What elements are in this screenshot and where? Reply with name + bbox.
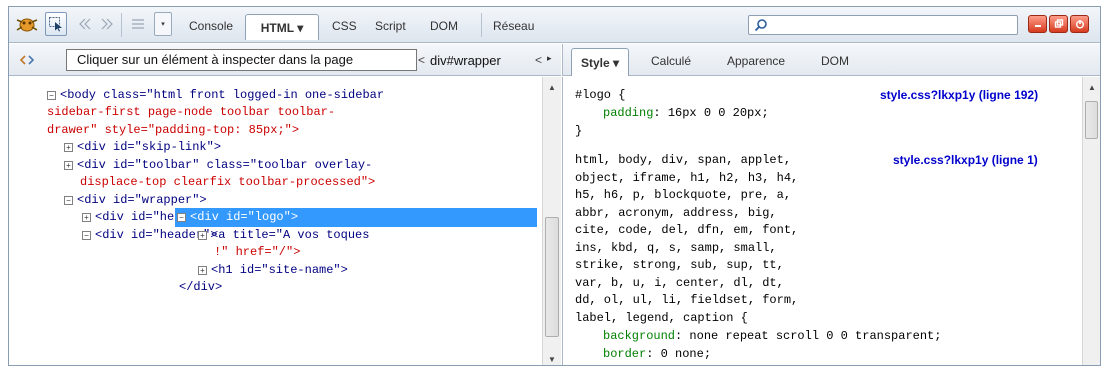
css-declaration[interactable]: padding: 16px 0 0 20px; xyxy=(603,105,769,122)
panel-menu-button[interactable]: ▾ xyxy=(154,12,172,36)
back-icon[interactable] xyxy=(75,12,95,36)
collapse-icon[interactable]: − xyxy=(64,196,73,205)
toolbar-divider xyxy=(481,13,482,37)
tab-console[interactable]: Console xyxy=(189,19,233,33)
menu-arrow-icon: ▾ xyxy=(161,21,165,28)
css-rule-close: } xyxy=(575,124,583,138)
list-icon[interactable] xyxy=(127,12,149,36)
css-selector: ins, kbd, q, s, samp, small, xyxy=(575,241,777,255)
css-selector: strike, strong, sub, sup, tt, xyxy=(575,258,784,272)
search-input[interactable] xyxy=(748,15,1018,35)
tab-reseau[interactable]: Réseau xyxy=(493,19,534,33)
window-controls xyxy=(1028,15,1089,33)
tree-scrollbar[interactable]: ▲ ▼ xyxy=(542,77,561,365)
style-scrollbar[interactable]: ▲ xyxy=(1082,77,1100,365)
css-declaration[interactable]: background: none repeat scroll 0 0 trans… xyxy=(603,328,941,345)
tree-node-logo[interactable]: − <div id="logo"> xyxy=(177,209,298,226)
tree-node-body-cont: drawer" style="padding-top: 85px;"> xyxy=(47,123,300,137)
tree-node-close-div: </div> xyxy=(179,280,223,294)
main-toolbar: ▾ Console HTML ▾ CSS Script DOM Réseau xyxy=(9,7,1100,43)
tab-style[interactable]: Style ▾ xyxy=(571,48,629,76)
tab-side-dom[interactable]: DOM xyxy=(821,54,849,68)
tab-calcule[interactable]: Calculé xyxy=(651,54,691,68)
expand-icon[interactable]: + xyxy=(82,213,91,222)
tab-css[interactable]: CSS xyxy=(332,19,357,33)
css-selector: #logo { xyxy=(575,88,626,102)
tab-dom[interactable]: DOM xyxy=(430,19,458,33)
scroll-down-icon[interactable]: ▼ xyxy=(548,355,556,364)
css-selector: cite, code, del, dfn, em, font, xyxy=(575,223,799,237)
minimize-icon[interactable] xyxy=(1028,15,1047,33)
tree-scrollbar-thumb[interactable] xyxy=(545,217,559,337)
tree-node-toolbar[interactable]: + <div id="toolbar" class="toolbar overla… xyxy=(64,157,372,174)
tab-html[interactable]: HTML ▾ xyxy=(245,14,319,40)
side-panel-tabs: Style ▾ Calculé Apparence DOM xyxy=(562,44,1100,76)
tree-node-skip-link[interactable]: + <div id="skip-link"> xyxy=(64,139,221,156)
html-breadcrumb-icon xyxy=(19,52,35,68)
html-tree: − <body class="html front logged-in one-s… xyxy=(9,77,541,365)
tree-node-wrapper[interactable]: − <div id="wrapper"> xyxy=(64,192,207,209)
css-source-link[interactable]: style.css?lkxp1y (ligne 192) xyxy=(880,87,1038,104)
tree-node-site-name[interactable]: + <h1 id="site-name"> xyxy=(198,262,348,279)
tree-node-body[interactable]: − <body class="html front logged-in one-s… xyxy=(47,87,384,104)
css-selector: dd, ol, ul, li, fieldset, form, xyxy=(575,293,799,307)
breadcrumb-more-icon[interactable]: ▸ xyxy=(547,53,552,64)
scroll-up-icon[interactable]: ▲ xyxy=(548,83,556,92)
style-scrollbar-thumb[interactable] xyxy=(1085,101,1098,139)
detach-icon[interactable] xyxy=(1049,15,1068,33)
breadcrumb-prev[interactable]: < xyxy=(418,53,425,67)
search-icon xyxy=(754,19,767,32)
css-selector: object, iframe, h1, h2, h3, h4, xyxy=(575,171,799,185)
firebug-bug-icon[interactable] xyxy=(13,12,41,36)
css-selector: h5, h6, p, blockquote, pre, a, xyxy=(575,188,792,202)
css-selector: var, b, u, i, center, dl, dt, xyxy=(575,276,784,290)
style-panel: #logo { style.css?lkxp1y (ligne 192) pad… xyxy=(562,77,1082,365)
expand-icon[interactable]: + xyxy=(198,266,207,275)
css-selector: label, legend, caption { xyxy=(575,311,748,325)
expand-icon[interactable]: + xyxy=(64,161,73,170)
forward-icon[interactable] xyxy=(97,12,117,36)
breadcrumb-next[interactable]: < xyxy=(535,53,542,67)
tree-node-toolbar-cont: displace-top clearfix toolbar-processed"… xyxy=(80,175,376,189)
tab-apparence[interactable]: Apparence xyxy=(727,54,785,68)
css-selector: html, body, div, span, applet, xyxy=(575,153,792,167)
collapse-icon[interactable]: − xyxy=(82,231,91,240)
inspect-element-icon[interactable] xyxy=(45,12,67,36)
css-declaration[interactable]: border: 0 none; xyxy=(603,346,711,363)
breadcrumb-bar: Cliquer sur un élément à inspecter dans … xyxy=(9,44,561,76)
expand-icon[interactable]: + xyxy=(64,143,73,152)
firebug-window: ▾ Console HTML ▾ CSS Script DOM Réseau C… xyxy=(8,6,1101,366)
expand-icon[interactable]: + xyxy=(198,231,207,240)
breadcrumb-item-wrapper[interactable]: div#wrapper xyxy=(430,53,501,68)
inspect-tooltip: Cliquer sur un élément à inspecter dans … xyxy=(66,49,417,71)
tree-node-anchor-cont: !" href="/"> xyxy=(214,245,301,259)
tree-node-anchor[interactable]: + <a title="A vos toques xyxy=(198,227,369,244)
tree-node-logo-selected[interactable]: − <div id="logo"> xyxy=(175,208,537,227)
close-icon[interactable] xyxy=(1070,15,1089,33)
tree-node-body-cont: sidebar-first page-node toolbar toolbar- xyxy=(47,105,336,119)
collapse-icon[interactable]: − xyxy=(177,213,186,222)
tab-script[interactable]: Script xyxy=(375,19,406,33)
css-source-link[interactable]: style.css?lkxp1y (ligne 1) xyxy=(893,152,1038,169)
toolbar-divider xyxy=(121,13,122,37)
scroll-up-icon[interactable]: ▲ xyxy=(1088,83,1096,92)
css-selector: abbr, acronym, address, big, xyxy=(575,206,777,220)
collapse-icon[interactable]: − xyxy=(47,91,56,100)
